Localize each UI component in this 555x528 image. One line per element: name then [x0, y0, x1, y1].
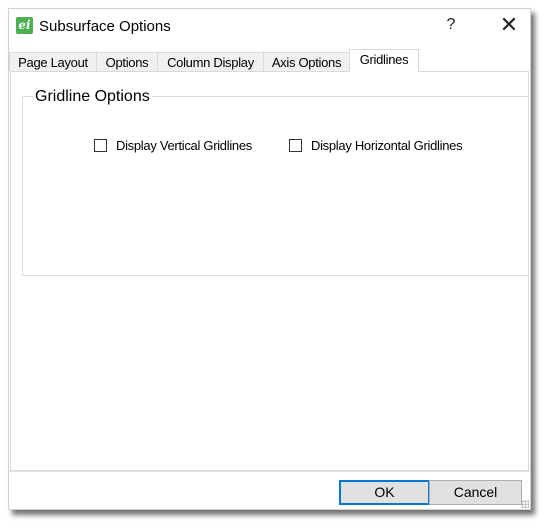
- gridline-options-group: [22, 96, 529, 276]
- checkbox-label: Display Horizontal Gridlines: [311, 138, 463, 153]
- cancel-button[interactable]: Cancel: [429, 480, 522, 505]
- footer-divider: [9, 471, 530, 472]
- tab-gridlines[interactable]: Gridlines: [349, 49, 419, 72]
- group-title: Gridline Options: [33, 88, 152, 106]
- checkbox-box[interactable]: [94, 139, 107, 152]
- gridlines-tab-page: Gridline Options Display Vertical Gridli…: [10, 71, 529, 471]
- close-icon: ✕: [499, 13, 519, 38]
- checkbox-label: Display Vertical Gridlines: [116, 138, 252, 153]
- title-bar[interactable]: ei Subsurface Options ? ✕: [9, 9, 530, 45]
- tab-page-layout[interactable]: Page Layout: [9, 52, 97, 71]
- subsurface-options-dialog: ei Subsurface Options ? ✕ Page Layout Op…: [8, 8, 531, 510]
- resize-grip-icon[interactable]: [521, 500, 529, 508]
- tab-options[interactable]: Options: [96, 52, 158, 71]
- tab-axis-options[interactable]: Axis Options: [263, 52, 350, 71]
- ok-button[interactable]: OK: [339, 480, 430, 505]
- tab-column-display[interactable]: Column Display: [157, 52, 264, 71]
- window-title: Subsurface Options: [39, 18, 171, 35]
- help-button[interactable]: ?: [441, 16, 461, 34]
- app-icon: ei: [16, 17, 33, 34]
- display-horizontal-gridlines-checkbox[interactable]: Display Horizontal Gridlines: [289, 138, 463, 153]
- display-vertical-gridlines-checkbox[interactable]: Display Vertical Gridlines: [94, 138, 252, 153]
- close-button[interactable]: ✕: [496, 13, 522, 38]
- checkbox-box[interactable]: [289, 139, 302, 152]
